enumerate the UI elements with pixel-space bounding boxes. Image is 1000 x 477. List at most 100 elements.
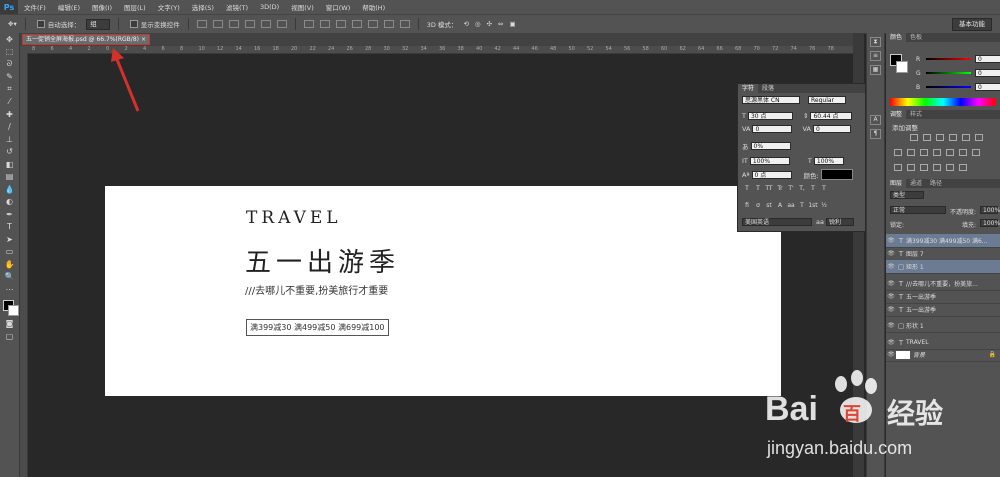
paragraph-icon[interactable]: ¶ (870, 129, 881, 139)
align-hcenter-icon[interactable] (260, 20, 271, 28)
strikethrough-button[interactable]: T (819, 184, 829, 193)
gradient-map-icon[interactable] (959, 149, 967, 156)
menu-layer[interactable]: 图层(L) (118, 2, 152, 12)
move-tool-icon[interactable]: ✥▾ (8, 20, 17, 28)
text-color-swatch[interactable] (820, 169, 853, 180)
layer-row[interactable]: 👁 背景 🔒 (886, 348, 1000, 362)
align-right-icon[interactable] (276, 20, 287, 28)
eye-icon[interactable]: 👁 (886, 280, 896, 287)
3d-rotate-icon[interactable]: ⟲ (463, 20, 468, 28)
screen-mode-icon[interactable]: ▢ (0, 330, 19, 343)
menu-3d[interactable]: 3D(D) (254, 3, 285, 11)
tab-styles[interactable]: 样式 (906, 110, 926, 119)
layer-filter-select[interactable]: 类型 (890, 191, 924, 199)
brightness-icon[interactable] (910, 134, 918, 141)
properties-icon[interactable]: ≡ (870, 51, 881, 61)
eye-icon[interactable]: 👁 (886, 237, 896, 244)
layer-row[interactable]: 👁 T 五一出游季 (886, 303, 1000, 317)
small-caps-button[interactable]: Tr (775, 184, 785, 193)
posterize-icon[interactable] (907, 164, 915, 171)
curves-icon[interactable] (936, 134, 944, 141)
font-size-field[interactable]: 30 点 (747, 112, 793, 120)
kerning-field[interactable]: 0 (752, 125, 793, 133)
background-color-swatch[interactable] (896, 61, 908, 73)
menu-view[interactable]: 视图(V) (285, 2, 320, 12)
eye-icon[interactable]: 👁 (886, 306, 896, 313)
eraser-tool-icon[interactable]: ◧ (0, 158, 19, 171)
healing-tool-icon[interactable]: ✚ (0, 108, 19, 121)
baseline-field[interactable]: 0 点 (751, 170, 792, 179)
tab-color[interactable]: 颜色 (886, 33, 907, 42)
tab-character[interactable]: 字符 (738, 84, 759, 93)
font-style-select[interactable]: Regular (808, 96, 846, 104)
dodge-tool-icon[interactable]: ◐ (0, 196, 19, 209)
color-lookup-icon[interactable] (946, 149, 954, 156)
tab-channels[interactable]: 通道 (906, 179, 926, 188)
menu-type[interactable]: 文字(Y) (152, 2, 186, 12)
auto-select-checkbox[interactable] (36, 20, 45, 28)
channel-b-slider[interactable] (926, 86, 971, 88)
move-tool-icon[interactable]: ✥ (0, 33, 19, 46)
3d-roll-icon[interactable]: ◎ (475, 20, 481, 28)
subscript-button[interactable]: T, (797, 184, 807, 193)
distribute-hcenter-icon[interactable] (367, 20, 378, 28)
menu-file[interactable]: 文件(F) (18, 2, 52, 12)
3d-slide-icon[interactable]: ⇔ (498, 20, 503, 28)
auto-select-dropdown[interactable]: 组 (86, 18, 110, 30)
language-select[interactable]: 美国英语 (742, 218, 812, 226)
menu-window[interactable]: 窗口(W) (320, 2, 357, 12)
distribute-right-icon[interactable] (383, 20, 394, 28)
poster-artboard[interactable]: TRAVEL 五一出游季 ///去哪儿不重要,扮美旅行才重要 满399减30 满… (105, 186, 781, 396)
shadows-highlights-icon[interactable] (946, 164, 954, 171)
hue-saturation-icon[interactable] (975, 134, 983, 141)
align-top-icon[interactable] (196, 20, 207, 28)
invert-icon[interactable] (894, 164, 902, 171)
channel-r-field[interactable]: 0 (975, 55, 1000, 63)
character-icon[interactable]: A (870, 115, 881, 125)
eye-icon[interactable]: 👁 (886, 322, 896, 329)
gradient-fill-icon[interactable] (933, 164, 941, 171)
channel-g-field[interactable]: 0 (975, 69, 1000, 77)
tab-paths[interactable]: 路径 (926, 179, 946, 188)
shape-tool-icon[interactable]: ▭ (0, 246, 19, 259)
gradient-tool-icon[interactable]: ▤ (0, 171, 19, 184)
zoom-tool-icon[interactable]: 🔍 (0, 271, 19, 284)
more-tools-icon[interactable]: ⋯ (0, 283, 19, 296)
auto-align-icon[interactable] (399, 20, 410, 28)
align-bottom-icon[interactable] (228, 20, 239, 28)
layer-row[interactable]: 👁 ▢ 矩形 1 (886, 260, 1000, 274)
horizontal-scale-field[interactable]: 100% (813, 157, 844, 165)
marquee-tool-icon[interactable]: ⬚ (0, 46, 19, 59)
layer-row[interactable]: 👁 T 图层 7 (886, 247, 1000, 261)
discretionary-ligature-button[interactable]: st (764, 201, 774, 210)
hand-tool-icon[interactable]: ✋ (0, 258, 19, 271)
blur-tool-icon[interactable]: 💧 (0, 183, 19, 196)
threshold-icon[interactable] (920, 164, 928, 171)
distribute-left-icon[interactable] (351, 20, 362, 28)
scale-field[interactable]: 0% (750, 142, 791, 150)
swash-button[interactable]: A (775, 201, 785, 210)
faux-bold-button[interactable]: T (742, 184, 752, 193)
channel-g-slider[interactable] (926, 72, 971, 74)
tab-swatches[interactable]: 色板 (906, 33, 926, 42)
all-caps-button[interactable]: TT (764, 184, 774, 193)
show-transform-checkbox[interactable] (129, 20, 138, 28)
leading-field[interactable]: 60.44 点 (810, 112, 853, 120)
brush-tool-icon[interactable]: ∕ (0, 121, 19, 134)
tab-layers[interactable]: 图层 (886, 179, 907, 188)
fill-field[interactable]: 100% (980, 219, 1000, 227)
distribute-bottom-icon[interactable] (335, 20, 346, 28)
eye-icon[interactable]: 👁 (886, 339, 896, 346)
hdr-toning-icon[interactable] (959, 164, 967, 171)
menu-edit[interactable]: 编辑(E) (52, 2, 86, 12)
channel-r-slider[interactable] (926, 58, 971, 60)
history-brush-tool-icon[interactable]: ↺ (0, 146, 19, 159)
stylistic-alt-button[interactable]: aa (786, 201, 796, 210)
photo-filter-icon[interactable] (920, 149, 928, 156)
faux-italic-button[interactable]: T (753, 184, 763, 193)
crop-tool-icon[interactable]: ⌗ (0, 83, 19, 96)
ligature-button[interactable]: fi (742, 201, 752, 210)
contextual-button[interactable]: σ (753, 201, 763, 210)
color-swatch-icon[interactable] (0, 296, 19, 318)
black-white-icon[interactable] (907, 149, 915, 156)
